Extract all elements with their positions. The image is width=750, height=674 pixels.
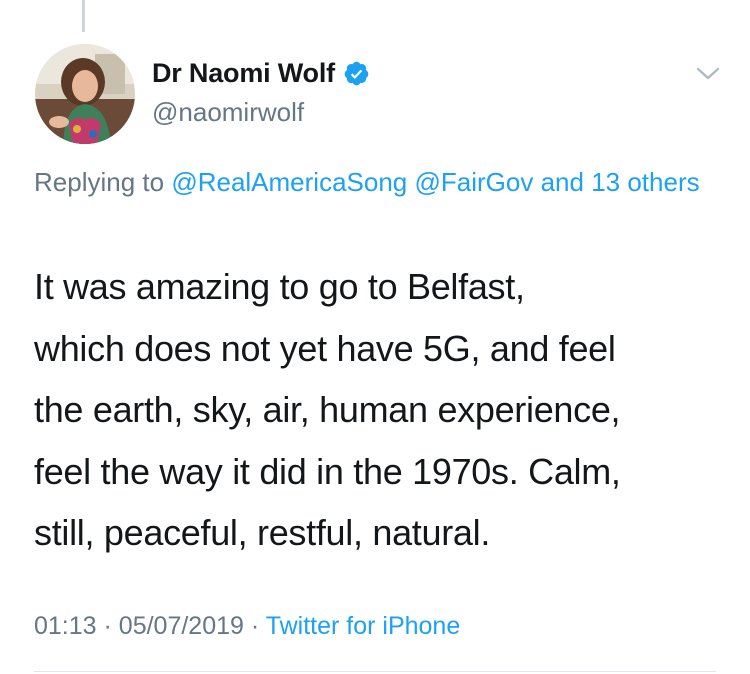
mention-link[interactable]: @FairGov bbox=[415, 167, 534, 197]
avatar[interactable] bbox=[35, 44, 135, 144]
author-name-row[interactable]: Dr Naomi Wolf bbox=[152, 58, 370, 89]
avatar-photo bbox=[35, 44, 135, 144]
tweet-text-line: still, peaceful, restful, natural. bbox=[34, 512, 491, 553]
chevron-down-icon[interactable] bbox=[693, 64, 723, 84]
replying-to-prefix: Replying to bbox=[34, 167, 165, 197]
replying-to-line: Replying to @RealAmericaSong @FairGov an… bbox=[34, 162, 724, 203]
divider bbox=[34, 671, 716, 672]
tweet-date[interactable]: 05/07/2019 bbox=[119, 612, 244, 640]
tweet-source-link[interactable]: Twitter for iPhone bbox=[266, 612, 461, 640]
tweet-time[interactable]: 01:13 bbox=[34, 612, 97, 640]
author-display-name[interactable]: Dr Naomi Wolf bbox=[152, 58, 335, 89]
tweet-text-line: feel the way it did in the 1970s. Calm, bbox=[34, 450, 621, 492]
tweet-text-line: It was amazing to go to Belfast, bbox=[34, 266, 525, 307]
tweet-metadata: 01:13 · 05/07/2019 · Twitter for iPhone bbox=[34, 612, 460, 641]
tweet-text-line: the earth, sky, air, human experience, bbox=[34, 389, 621, 430]
author-handle[interactable]: @naomirwolf bbox=[152, 97, 304, 128]
tweet-text: It was amazing to go to Belfast, which d… bbox=[34, 256, 734, 564]
thread-connector-line bbox=[82, 0, 85, 32]
tweet-text-line: which does not yet have 5G, and feel bbox=[34, 327, 616, 369]
separator-dot: · bbox=[103, 612, 112, 640]
separator-dot: · bbox=[250, 612, 260, 640]
others-link[interactable]: and 13 others bbox=[541, 167, 700, 197]
verified-badge-icon bbox=[343, 60, 370, 87]
mention-link[interactable]: @RealAmericaSong bbox=[171, 167, 407, 197]
